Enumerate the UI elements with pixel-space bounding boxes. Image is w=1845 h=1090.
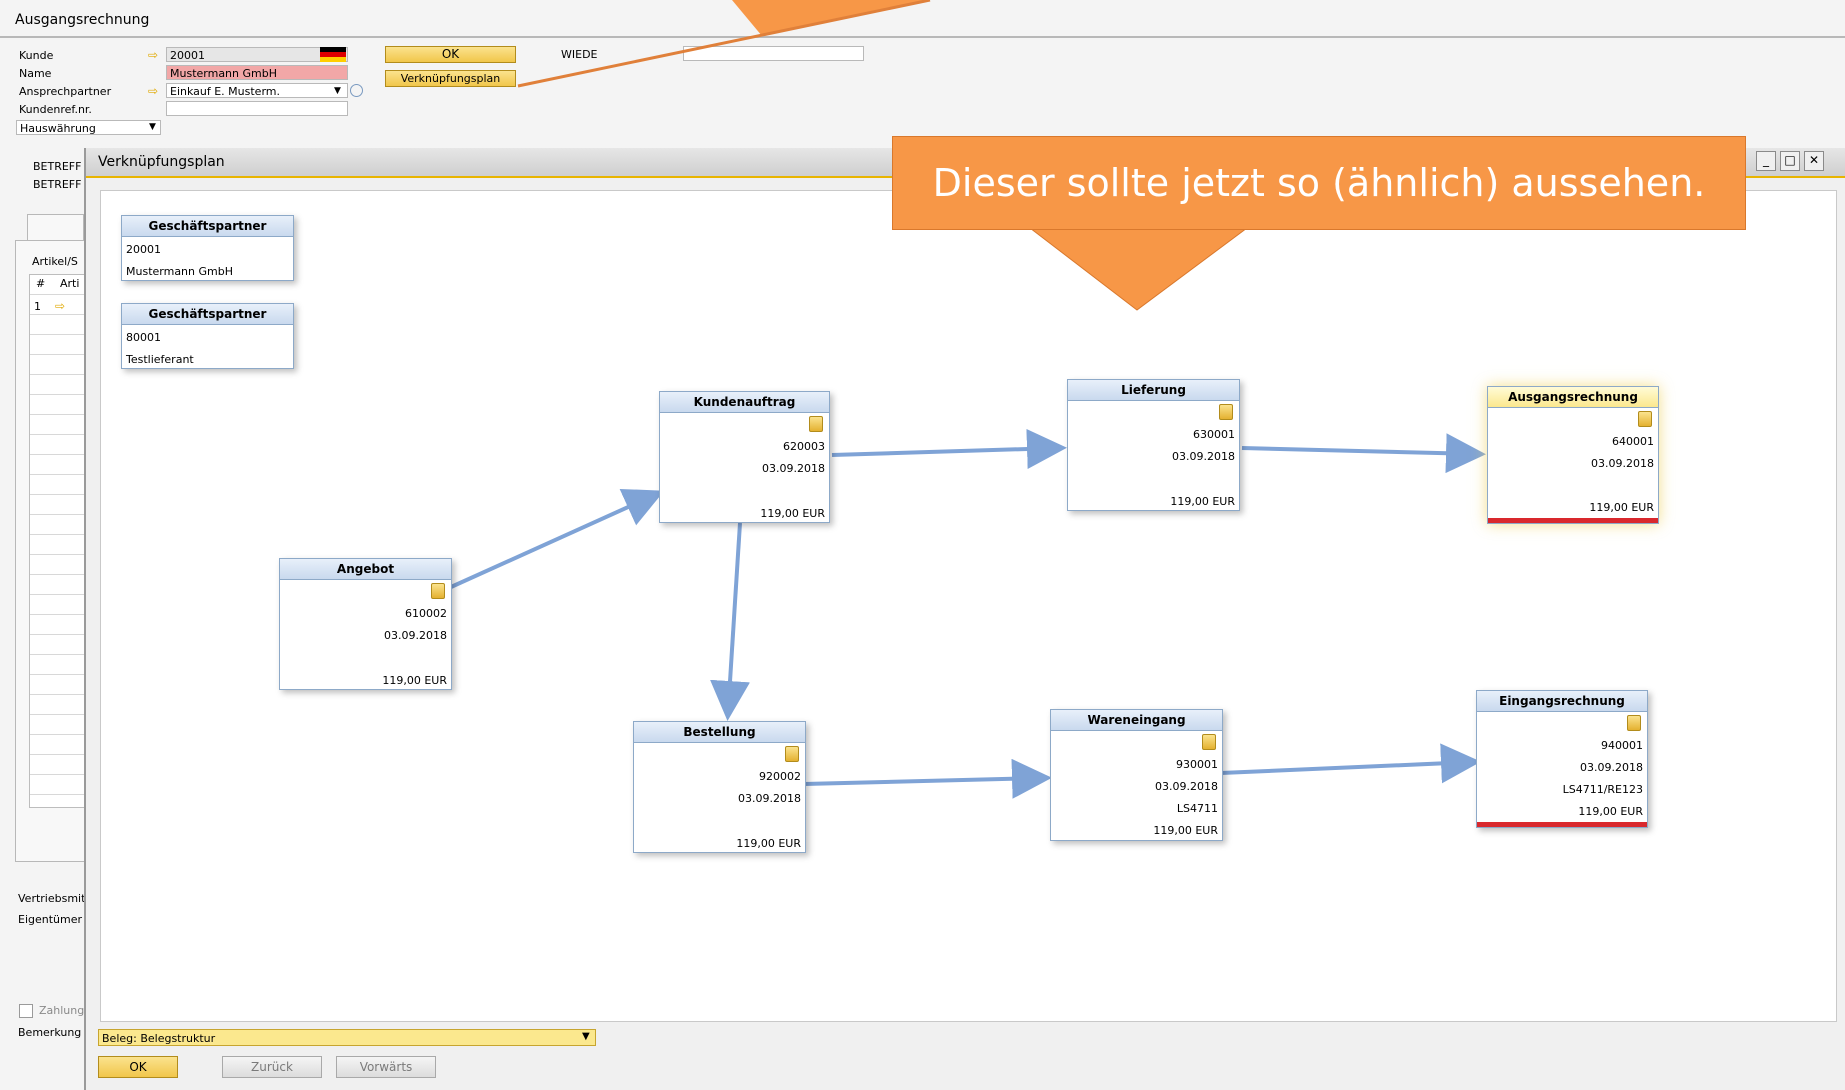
callout-leader-line <box>517 0 931 88</box>
callout-box: Dieser sollte jetzt so (ähnlich) aussehe… <box>892 136 1746 230</box>
callout-text: Dieser sollte jetzt so (ähnlich) aussehe… <box>932 161 1706 205</box>
callout-bottom-pointer <box>1028 227 1249 311</box>
